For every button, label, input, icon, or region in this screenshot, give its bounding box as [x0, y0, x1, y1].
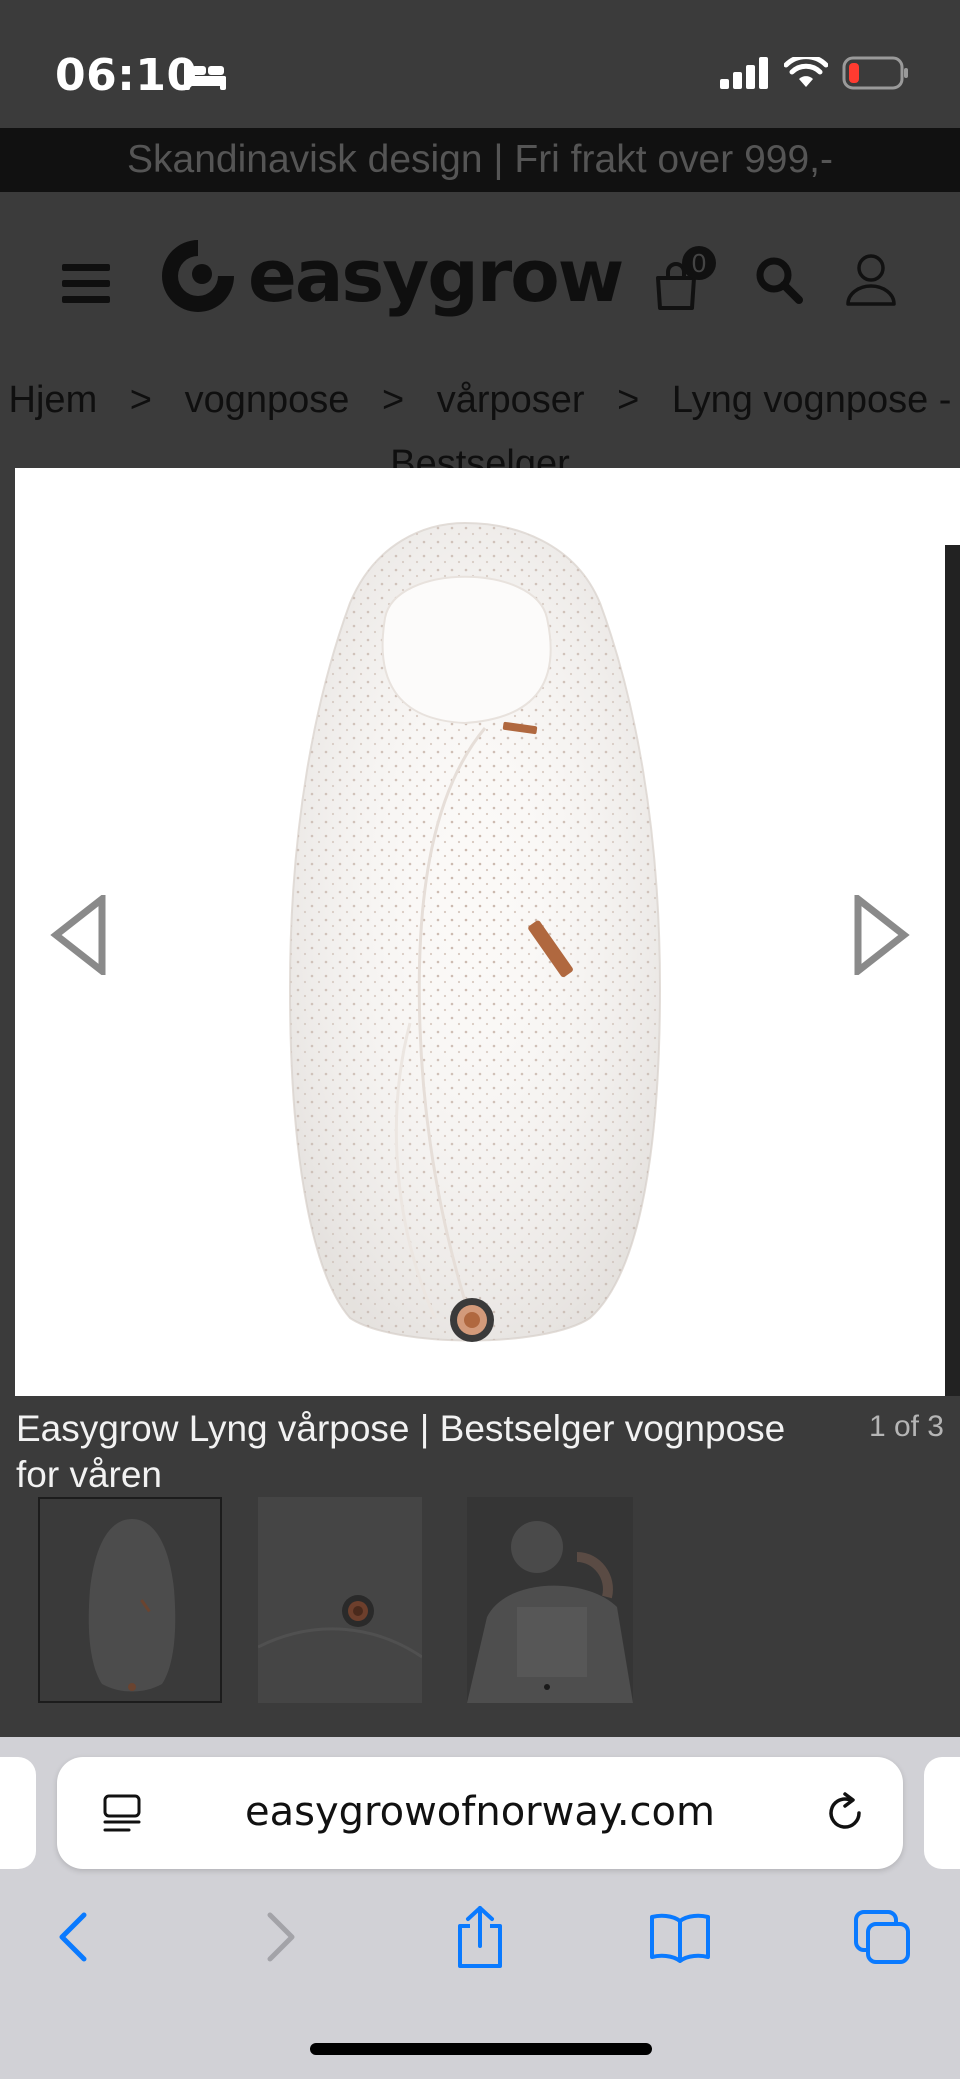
home-indicator[interactable] [310, 2043, 652, 2055]
chevron-left-icon [59, 1912, 87, 1962]
bed-icon [182, 58, 228, 97]
search-icon[interactable] [754, 255, 804, 310]
triangle-right-icon [854, 891, 910, 979]
announcement-banner: Skandinavisk design | Fri frakt over 999… [0, 128, 960, 192]
breadcrumb-item-home[interactable]: Hjem [9, 379, 98, 421]
header-icons: 0 [654, 246, 898, 314]
bookmarks-button[interactable] [640, 1897, 720, 1977]
breadcrumb-item-varposer[interactable]: vårposer [437, 379, 585, 421]
reload-icon[interactable] [823, 1791, 867, 1840]
status-bar: 06:10 [0, 0, 960, 128]
thumbnail-3[interactable] [467, 1497, 633, 1703]
previous-tab-preview[interactable] [0, 1757, 36, 1869]
status-time: 06:10 [55, 50, 198, 101]
browser-toolbar [0, 1897, 960, 1987]
forward-button[interactable] [240, 1897, 320, 1977]
wifi-icon [783, 54, 829, 94]
next-image-button[interactable] [850, 891, 910, 979]
breadcrumb-separator: > [617, 379, 640, 421]
url-text[interactable]: easygrowofnorway.com [57, 1789, 903, 1835]
address-bar[interactable]: easygrowofnorway.com [57, 1757, 903, 1869]
hamburger-menu-icon[interactable] [62, 264, 110, 304]
site-header: easygrow 0 [0, 192, 960, 368]
tabs-button[interactable] [842, 1897, 922, 1977]
status-icons [720, 54, 910, 95]
logo-text: easygrow [248, 234, 624, 318]
thumbnail-2[interactable] [258, 1497, 422, 1703]
breadcrumb-item-vognpose[interactable]: vognpose [185, 379, 350, 421]
thumbnail-1[interactable] [38, 1497, 222, 1703]
book-icon [650, 1913, 710, 1963]
breadcrumb-separator: > [129, 379, 152, 421]
cart-count-badge: 0 [682, 246, 716, 280]
next-tab-preview[interactable] [924, 1757, 960, 1869]
share-icon [458, 1906, 502, 1968]
breadcrumb-separator: > [381, 379, 405, 421]
tabs-icon [854, 1910, 910, 1964]
announcement-text: Skandinavisk design | Fri frakt over 999… [127, 138, 833, 181]
previous-image-button[interactable] [50, 891, 110, 979]
logo-mark-icon [162, 240, 234, 312]
cart-button[interactable]: 0 [654, 246, 716, 314]
product-image[interactable] [15, 468, 945, 1396]
back-button[interactable] [34, 1897, 114, 1977]
cellular-signal-icon [720, 57, 770, 94]
browser-chrome: easygrowofnorway.com [0, 1737, 960, 2079]
image-caption: Easygrow Lyng vårpose | Bestselger vognp… [16, 1408, 786, 1495]
triangle-left-icon [50, 891, 106, 979]
user-icon[interactable] [844, 252, 898, 313]
image-counter: 1 of 3 [868, 1410, 944, 1443]
logo[interactable]: easygrow [158, 234, 624, 318]
share-button[interactable] [440, 1897, 520, 1977]
breadcrumb: Hjem > vognpose > vårposer > Lyng vognpo… [0, 368, 960, 468]
gallery-edge [945, 545, 960, 1396]
battery-low-icon [842, 56, 910, 95]
chevron-right-icon [267, 1912, 295, 1962]
